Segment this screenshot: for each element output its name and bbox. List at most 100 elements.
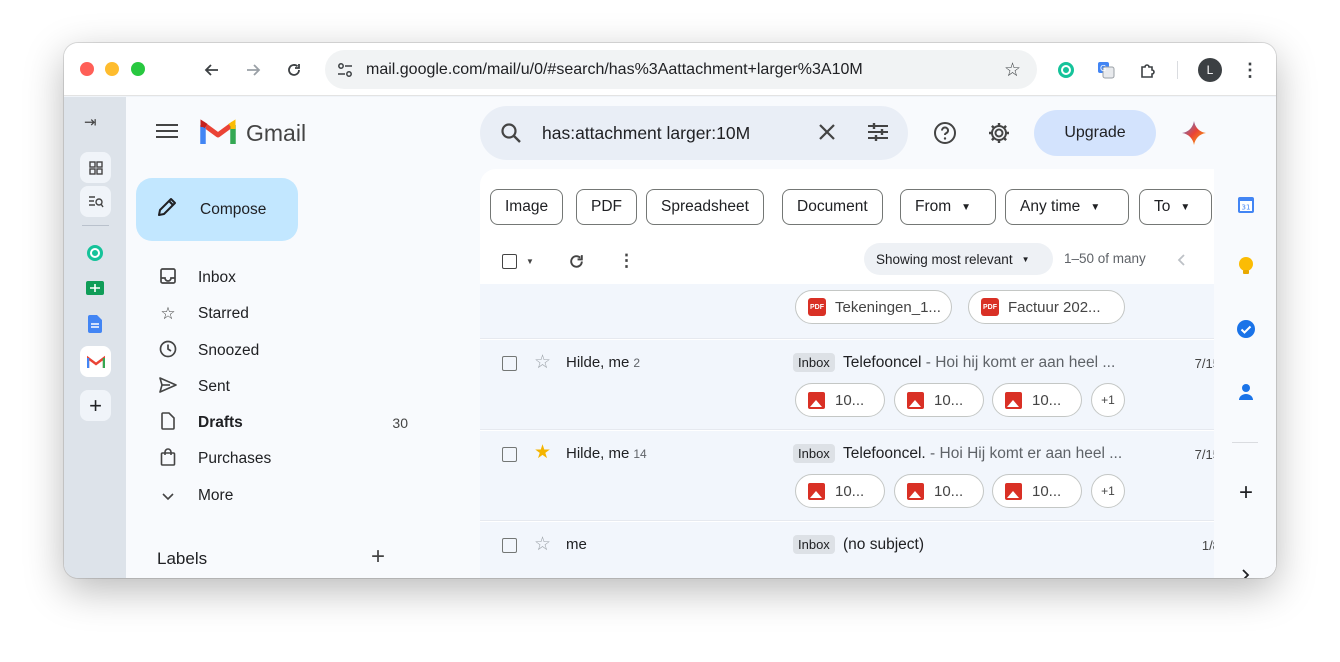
nav-item-drafts[interactable]: Drafts 30 <box>156 407 408 439</box>
upgrade-button[interactable]: Upgrade <box>1034 110 1156 156</box>
tasks-check-icon[interactable] <box>1236 319 1256 339</box>
row-checkbox[interactable] <box>502 356 517 371</box>
bookmark-star-icon[interactable]: ☆ <box>1004 59 1021 82</box>
gmail-app-icon[interactable] <box>80 346 111 377</box>
search-options-icon[interactable] <box>867 121 889 148</box>
collapse-panel-icon[interactable]: ⇥ <box>84 113 97 131</box>
nav-item-purchases[interactable]: Purchases <box>156 443 396 475</box>
row-checkbox[interactable] <box>502 447 517 462</box>
create-label-icon[interactable]: + <box>371 543 385 571</box>
email-subject: Telefooncel - Hoi hij komt er aan heel .… <box>843 354 1116 371</box>
filter-chip-from[interactable]: From ▼ <box>900 189 996 225</box>
email-row[interactable]: ☆ Hilde, me 2 Inbox Telefooncel - Hoi hij… <box>480 340 1256 430</box>
attachment-chip[interactable]: 10... <box>795 474 885 508</box>
help-icon[interactable] <box>929 117 961 149</box>
gmail-main: Gmail has:attachment larger:10M Upgrade <box>126 97 1276 578</box>
more-attachments-chip[interactable]: +1 <box>1091 474 1125 508</box>
nav-label: Drafts <box>198 414 243 431</box>
profile-avatar[interactable]: L <box>1198 58 1222 82</box>
attachment-chip[interactable]: 10... <box>894 383 984 417</box>
prev-page-icon[interactable] <box>1177 253 1185 271</box>
toolbar-divider <box>1177 61 1178 79</box>
calendar-icon[interactable]: 31 <box>1236 195 1256 215</box>
star-icon: ☆ <box>160 304 176 323</box>
filter-chip-spreadsheet[interactable]: Spreadsheet <box>646 189 764 225</box>
select-dropdown-icon[interactable]: ▼ <box>526 257 534 266</box>
email-row[interactable]: ☆ me Inbox (no subject) 1/8/25 <box>480 522 1256 578</box>
attachment-chip[interactable]: 10... <box>795 383 885 417</box>
nav-item-starred[interactable]: ☆ Starred <box>156 298 396 330</box>
filter-chip-document[interactable]: Document <box>782 189 883 225</box>
star-filled-icon[interactable]: ★ <box>534 443 551 462</box>
filter-chip-to[interactable]: To ▼ <box>1139 189 1212 225</box>
refresh-icon[interactable] <box>568 249 585 273</box>
maximize-window-button[interactable] <box>131 62 145 76</box>
caret-down-icon: ▼ <box>1180 201 1191 213</box>
search-input[interactable]: has:attachment larger:10M <box>542 123 750 144</box>
contacts-person-icon[interactable] <box>1236 382 1256 402</box>
gmail-wordmark[interactable]: Gmail <box>246 120 306 147</box>
image-icon <box>907 391 924 409</box>
attachment-chip[interactable]: 10... <box>894 474 984 508</box>
send-icon <box>156 376 180 398</box>
browser-toolbar: mail.google.com/mail/u/0/#search/has%3Aa… <box>64 43 1276 96</box>
keep-lightbulb-icon[interactable] <box>1236 256 1256 276</box>
back-arrow-icon[interactable] <box>199 57 225 83</box>
attachment-chip[interactable]: 10... <box>992 383 1082 417</box>
attachment-chip[interactable]: 10... <box>992 474 1082 508</box>
row-checkbox[interactable] <box>502 538 517 553</box>
filter-chip-image[interactable]: Image <box>490 189 564 225</box>
sort-dropdown[interactable]: Showing most relevant ▼ <box>864 243 1053 275</box>
chevron-down-icon <box>156 486 180 506</box>
extensions-puzzle-icon[interactable] <box>1136 58 1160 82</box>
extension-grammarly-icon[interactable] <box>1054 58 1078 82</box>
search-bar[interactable]: has:attachment larger:10M <box>480 106 908 160</box>
address-bar[interactable]: mail.google.com/mail/u/0/#search/has%3Aa… <box>325 50 1037 89</box>
filter-chip-pdf[interactable]: PDF <box>576 189 637 225</box>
pdf-icon: PDF <box>808 298 826 316</box>
email-row[interactable]: PDF Tekeningen_1... PDF Factuur 202... <box>480 284 1256 339</box>
add-addon-icon[interactable]: + <box>1236 479 1256 506</box>
hamburger-menu-icon[interactable] <box>156 123 178 144</box>
inbox-label-badge: Inbox <box>793 444 835 463</box>
gmail-logo-icon[interactable] <box>200 119 236 151</box>
browser-menu-icon[interactable]: ⋮ <box>1238 58 1262 82</box>
nav-item-snoozed[interactable]: Snoozed <box>156 335 396 367</box>
right-side-panel: 31 + <box>1214 97 1276 578</box>
nav-item-sent[interactable]: Sent <box>156 371 396 403</box>
site-settings-icon[interactable] <box>336 61 354 84</box>
chip-label: To <box>1154 198 1171 215</box>
nav-label: Inbox <box>198 269 236 286</box>
search-list-icon[interactable] <box>80 186 111 217</box>
settings-gear-icon[interactable] <box>983 117 1015 149</box>
docs-icon[interactable] <box>88 315 102 338</box>
more-options-icon[interactable]: ⋮ <box>618 249 635 273</box>
minimize-window-button[interactable] <box>105 62 119 76</box>
nav-item-more[interactable]: More <box>156 480 396 512</box>
expand-panel-icon[interactable] <box>1236 565 1256 578</box>
clock-icon <box>156 340 180 363</box>
star-icon[interactable]: ☆ <box>534 535 551 554</box>
nav-item-inbox[interactable]: Inbox <box>156 262 396 294</box>
gemini-sparkle-icon[interactable] <box>1178 117 1210 149</box>
google-translate-icon[interactable]: G <box>1094 58 1118 82</box>
compose-button[interactable]: Compose <box>136 178 298 241</box>
attachment-chip[interactable]: PDF Factuur 202... <box>968 290 1125 324</box>
grammarly-icon[interactable] <box>86 244 104 267</box>
email-row[interactable]: ★ Hilde, me 14 Inbox Telefooncel. - Hoi H… <box>480 431 1256 521</box>
clear-search-icon[interactable] <box>816 121 838 148</box>
apps-grid-icon[interactable] <box>80 152 111 183</box>
reload-icon[interactable] <box>281 57 307 83</box>
search-icon[interactable] <box>500 122 522 149</box>
add-app-icon[interactable]: + <box>80 390 111 421</box>
attachment-chip[interactable]: PDF Tekeningen_1... <box>795 290 952 324</box>
select-all-checkbox[interactable]: ▼ <box>502 249 534 273</box>
filter-chip-any-time[interactable]: Any time ▼ <box>1005 189 1129 225</box>
forward-arrow-icon[interactable] <box>240 57 266 83</box>
image-icon <box>808 482 825 500</box>
sheets-icon[interactable] <box>86 280 104 301</box>
star-icon[interactable]: ☆ <box>534 353 551 372</box>
more-attachments-chip[interactable]: +1 <box>1091 383 1125 417</box>
nav-count: 30 <box>392 415 408 431</box>
close-window-button[interactable] <box>80 62 94 76</box>
